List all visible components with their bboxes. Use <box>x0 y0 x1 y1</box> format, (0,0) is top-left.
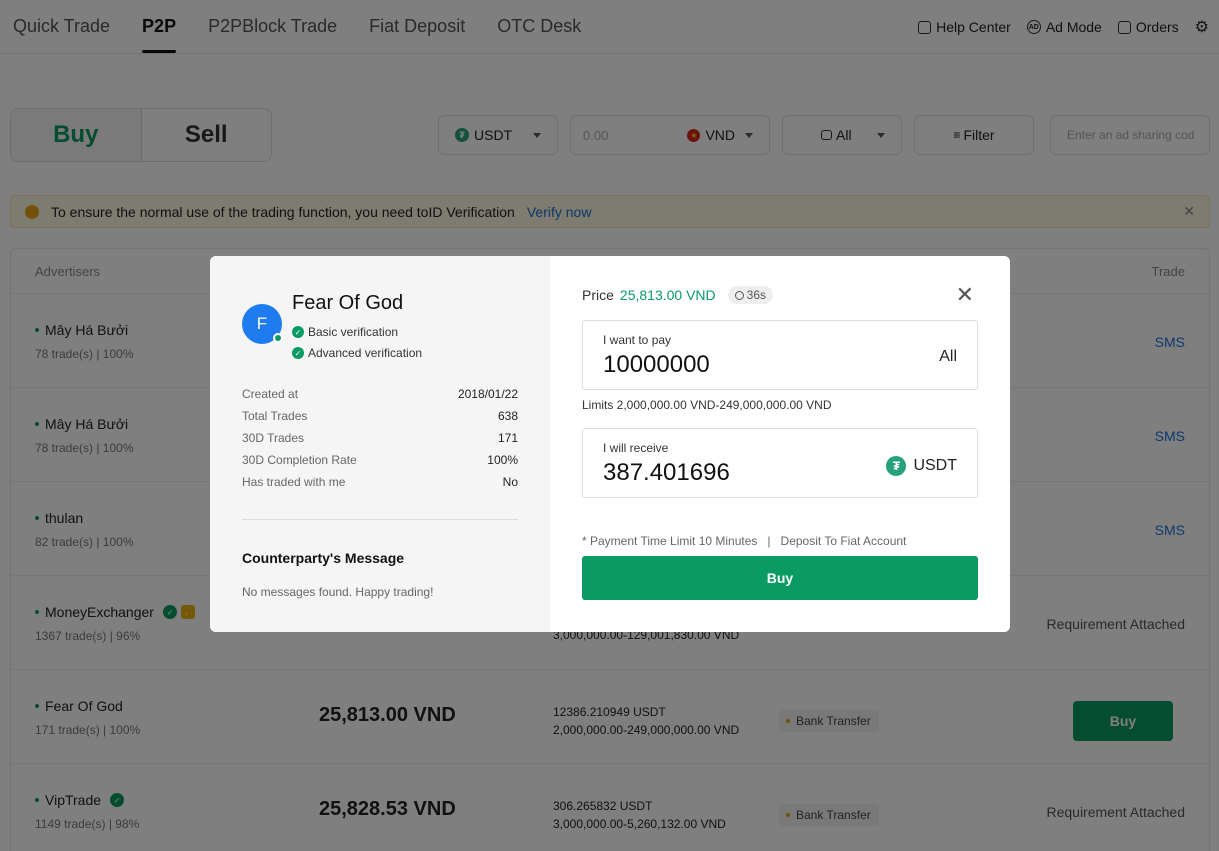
info-created-at: Created at 2018/01/22 <box>242 387 518 401</box>
buy-order-modal: F Fear Of God ✓ Basic verification ✓ Adv… <box>210 256 1010 632</box>
basic-verification-label: Basic verification <box>308 325 399 339</box>
pay-amount-label: I want to pay <box>603 333 672 347</box>
counterparty-message-title: Counterparty's Message <box>242 550 405 566</box>
pay-amount-input[interactable]: I want to pay 10000000 All <box>582 320 978 390</box>
advertiser-info-panel: F Fear Of God ✓ Basic verification ✓ Adv… <box>210 256 550 632</box>
close-icon[interactable]: ✕ <box>956 284 974 306</box>
price-value: 25,813.00 VND <box>619 287 716 303</box>
avatar-letter: F <box>256 314 268 333</box>
info-30d-trades: 30D Trades 171 <box>242 431 518 445</box>
receive-coin: ₮ USDT <box>886 456 957 476</box>
payment-time-info: * Payment Time Limit 10 Minutes | Deposi… <box>582 534 907 548</box>
clock-icon <box>734 290 744 300</box>
info-label: Has traded with me <box>242 475 346 489</box>
info-value: No <box>502 475 518 489</box>
basic-verification: ✓ Basic verification <box>292 325 398 339</box>
advertiser-title: Fear Of God <box>292 292 404 314</box>
modal-buy-button[interactable]: Buy <box>582 556 978 600</box>
pay-amount-value[interactable]: 10000000 <box>603 351 710 379</box>
order-form-panel: Price 25,813.00 VND 36s ✕ I want to pay … <box>550 256 1010 632</box>
receive-amount-value[interactable]: 387.401696 <box>603 459 730 487</box>
check-circle-icon: ✓ <box>292 347 304 359</box>
online-status-icon <box>273 333 283 343</box>
info-value: 2018/01/22 <box>457 387 518 401</box>
advanced-verification: ✓ Advanced verification <box>292 346 422 360</box>
price-label: Price <box>582 287 614 303</box>
info-label: 30D Completion Rate <box>242 453 357 467</box>
price-row: Price 25,813.00 VND 36s <box>582 286 773 304</box>
advanced-verification-label: Advanced verification <box>308 346 423 360</box>
info-label: 30D Trades <box>242 431 305 445</box>
info-has-traded-with-me: Has traded with me No <box>242 475 518 489</box>
info-label: Created at <box>242 387 299 401</box>
info-value: 100% <box>487 453 518 467</box>
limits-text: Limits 2,000,000.00 VND-249,000,000.00 V… <box>582 398 832 412</box>
info-total-trades: Total Trades 638 <box>242 409 518 423</box>
check-circle-icon: ✓ <box>292 326 304 338</box>
refresh-timer: 36s <box>727 286 773 304</box>
timer-value: 36s <box>746 288 766 302</box>
usdt-coin-icon: ₮ <box>886 456 907 476</box>
info-30d-completion-rate: 30D Completion Rate 100% <box>242 453 518 467</box>
avatar: F <box>242 304 283 344</box>
info-value: 171 <box>497 431 518 445</box>
info-value: 638 <box>497 409 518 423</box>
pay-all-button[interactable]: All <box>939 348 957 366</box>
receive-coin-label: USDT <box>913 457 957 474</box>
receive-amount-input[interactable]: I will receive 387.401696 ₮ USDT <box>582 428 978 498</box>
counterparty-message-text: No messages found. Happy trading! <box>242 585 434 599</box>
divider <box>242 519 518 520</box>
receive-amount-label: I will receive <box>603 441 669 455</box>
info-label: Total Trades <box>242 409 308 423</box>
